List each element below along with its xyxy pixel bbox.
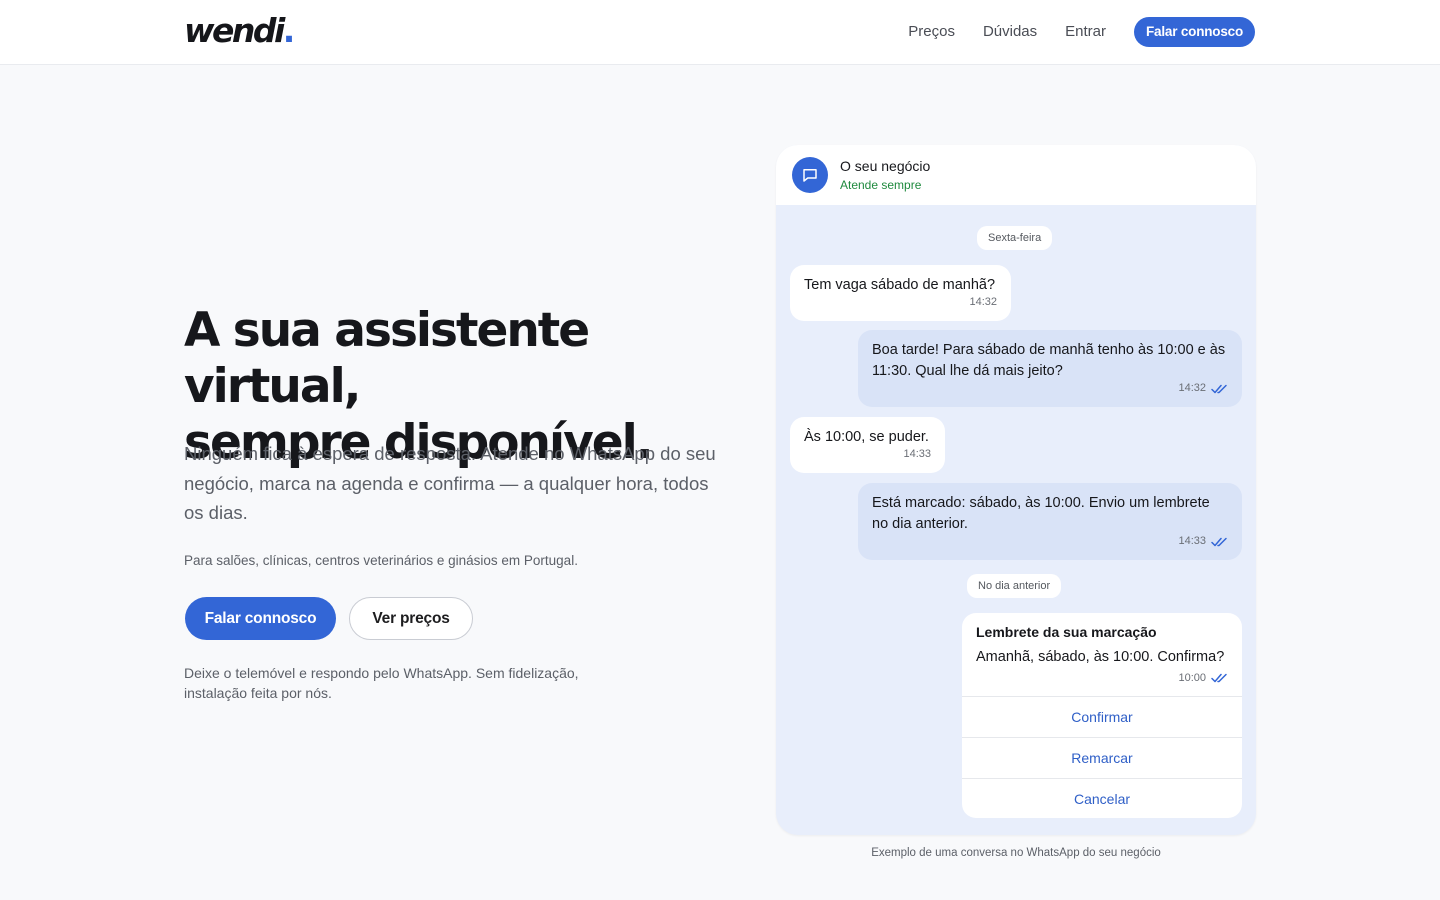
brand-logo[interactable]: wendi. [184, 11, 296, 50]
nav-contact-button[interactable]: Falar connosco [1134, 17, 1255, 47]
message-incoming: Às 10:00, se puder. 14:33 [790, 417, 945, 473]
message-incoming: Tem vaga sábado de manhã? 14:32 [790, 265, 1011, 321]
double-check-icon [1211, 384, 1227, 393]
chat-business-name: O seu negócio [840, 158, 931, 174]
brand-logo-text: wendi [184, 11, 285, 50]
message-time: 10:00 [1178, 672, 1206, 684]
message-outgoing: Está marcado: sábado, às 10:00. Envio um… [858, 483, 1242, 560]
double-check-icon [1211, 673, 1227, 683]
nav-link-login[interactable]: Entrar [1065, 17, 1106, 47]
message-meta: 14:32 [1178, 378, 1228, 399]
reminder-meta: 10:00 [1178, 672, 1228, 684]
message-time: 14:32 [1178, 382, 1206, 394]
reminder-body: Amanhã, sábado, às 10:00. Confirma? [976, 649, 1225, 665]
chat-preview: O seu negócio Atende sempre Sexta-feira … [776, 145, 1256, 835]
site-header: wendi. Preços Dúvidas Entrar Falar conno… [0, 0, 1440, 65]
reminder-card: Lembrete da sua marcação Amanhã, sábado,… [962, 613, 1242, 818]
day-separator: No dia anterior [967, 574, 1062, 598]
see-prices-button[interactable]: Ver preços [349, 597, 473, 640]
brand-logo-dot: . [282, 11, 296, 50]
message-time: 14:33 [1178, 535, 1206, 547]
reschedule-button[interactable]: Remarcar [962, 737, 1242, 778]
chat-header: O seu negócio Atende sempre [776, 145, 1256, 205]
message-meta: 14:33 [903, 444, 931, 465]
message-icon [803, 169, 817, 182]
main-nav: Preços Dúvidas Entrar Falar connosco [908, 17, 1255, 47]
message-time: 14:32 [969, 296, 997, 308]
chat-caption: Exemplo de uma conversa no WhatsApp do s… [871, 847, 1161, 859]
chat-status: Atende sempre [840, 178, 922, 192]
double-check-icon [1211, 537, 1227, 546]
message-text: Às 10:00, se puder. [804, 429, 929, 445]
day-separator: Sexta-feira [977, 226, 1053, 250]
message-outgoing: Boa tarde! Para sábado de manhã tenho às… [858, 330, 1242, 407]
reminder-title: Lembrete da sua marcação [976, 624, 1157, 640]
message-meta: 14:32 [969, 292, 997, 313]
message-text: Tem vaga sábado de manhã? [804, 277, 996, 293]
hero-title-line-1: A sua assistente virtual, [184, 303, 590, 414]
contact-button[interactable]: Falar connosco [185, 597, 336, 640]
hero-subtitle: Ninguém fica à espera de resposta. Atend… [184, 443, 716, 523]
message-meta: 14:33 [1178, 531, 1228, 552]
message-time: 14:33 [903, 448, 931, 460]
nav-link-faq[interactable]: Dúvidas [983, 17, 1037, 47]
cancel-button[interactable]: Cancelar [962, 778, 1242, 818]
hero-footnote: Deixe o telemóvel e respondo pelo WhatsA… [184, 665, 579, 701]
hero-audience: Para salões, clínicas, centros veterinár… [184, 553, 578, 568]
chat-avatar [792, 157, 828, 193]
nav-link-pricing[interactable]: Preços [908, 17, 955, 47]
message-text: Está marcado: sábado, às 10:00. Envio um… [872, 495, 1210, 532]
message-text: Boa tarde! Para sábado de manhã tenho às… [872, 342, 1226, 379]
confirm-button[interactable]: Confirmar [962, 696, 1242, 737]
